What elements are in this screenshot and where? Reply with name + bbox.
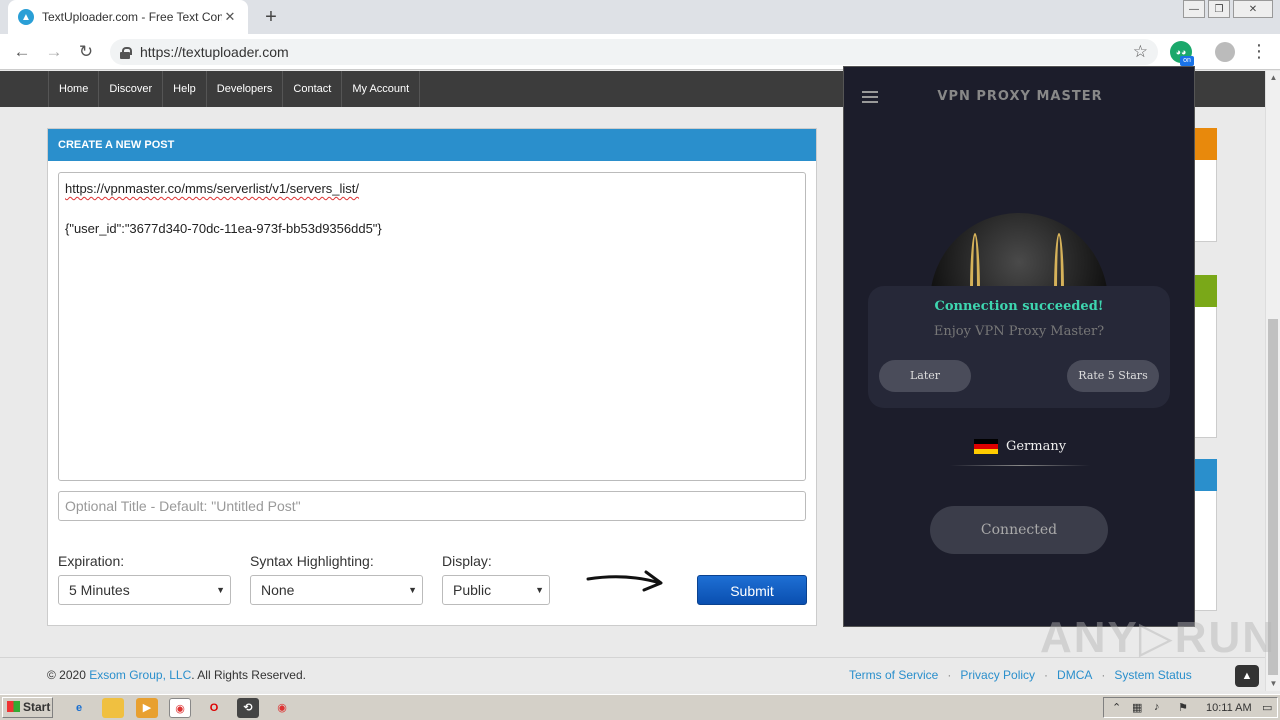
browser-toolbar: ← → ↻ https://textuploader.com ☆ ◕◕ on ⋮ (0, 34, 1280, 70)
upload-cloud-icon: ▲ (18, 9, 34, 25)
copyright-text: © 2020 Exsom Group, LLC. All Rights Rese… (47, 668, 306, 682)
chrome-icon[interactable]: ◉ (271, 698, 293, 718)
folder-icon[interactable] (102, 698, 124, 718)
browser-tab[interactable]: ▲ TextUploader.com - Free Text Conte ✕ (8, 0, 248, 34)
post-title-input[interactable]: Optional Title - Default: "Untitled Post… (58, 491, 806, 521)
scroll-to-top-button[interactable]: ▲ (1235, 665, 1259, 687)
dropdown-caret-icon: ▼ (535, 585, 544, 595)
address-url[interactable]: https://textuploader.com (140, 44, 289, 60)
forward-arrow-icon[interactable]: → (44, 42, 64, 62)
system-tray: ⌃ ▦ ♪ ⚑ 10:11 AM ▭ (1103, 697, 1278, 718)
nav-home[interactable]: Home (48, 71, 100, 107)
dropdown-caret-icon: ▼ (216, 585, 225, 595)
windows-logo-icon (7, 701, 20, 712)
country-name: Germany (1005, 439, 1067, 454)
later-button[interactable]: Later (879, 360, 971, 392)
country-selector[interactable]: Germany (844, 439, 1196, 454)
card-heading: CREATE A NEW POST (48, 129, 816, 161)
body-line-url: https://vpnmaster.co/mms/serverlist/v1/s… (65, 181, 360, 196)
internet-explorer-icon[interactable]: e (68, 698, 90, 718)
germany-flag-icon (973, 439, 998, 454)
rating-dialog: Connection succeeded! Enjoy VPN Proxy Ma… (868, 286, 1170, 408)
footer-separator: · (1101, 668, 1106, 682)
nav-developers[interactable]: Developers (207, 71, 284, 107)
dropdown-caret-icon: ▼ (408, 585, 417, 595)
rate-5-stars-button[interactable]: Rate 5 Stars (1067, 360, 1159, 392)
company-link[interactable]: Exsom Group, LLC (89, 668, 191, 682)
start-button[interactable]: Start (2, 697, 53, 718)
reload-icon[interactable]: ↻ (76, 42, 96, 62)
nav-contact[interactable]: Contact (283, 71, 343, 107)
syntax-value: None (261, 582, 295, 598)
volume-icon[interactable]: ♪ (1154, 701, 1160, 713)
copyright-prefix: © 2020 (47, 668, 90, 682)
network-icon[interactable]: ▦ (1132, 701, 1142, 714)
chrome-icon[interactable]: ◉ (169, 698, 191, 718)
expiration-label: Expiration: (58, 553, 125, 569)
syntax-label: Syntax Highlighting: (250, 553, 374, 569)
expiration-value: 5 Minutes (69, 582, 130, 598)
scroll-up-arrow-icon[interactable]: ▲ (1266, 71, 1280, 85)
display-label: Display: (442, 553, 492, 569)
nav-discover[interactable]: Discover (99, 71, 164, 107)
scroll-down-arrow-icon[interactable]: ▼ (1266, 677, 1280, 691)
back-arrow-icon[interactable]: ← (12, 42, 32, 62)
taskbar-clock: 10:11 AM (1206, 702, 1252, 714)
new-tab-button[interactable]: + (260, 6, 282, 28)
address-bar[interactable]: https://textuploader.com ☆ (110, 39, 1158, 65)
tray-expand-icon[interactable]: ⌃ (1112, 701, 1121, 714)
rating-prompt: Enjoy VPN Proxy Master? (933, 324, 1105, 339)
extension-on-badge: on (1180, 56, 1194, 66)
show-desktop-icon[interactable]: ▭ (1262, 701, 1272, 714)
anyrun-watermark: ANY▷RUN (1040, 613, 1277, 662)
lock-icon[interactable] (120, 46, 132, 59)
windows-taskbar: Start e ▶ ◉ O ⟲ ◉ ⌃ ▦ ♪ ⚑ 10:11 AM ▭ (0, 694, 1280, 720)
syntax-select[interactable]: None ▼ (250, 575, 423, 605)
tab-close-icon[interactable]: ✕ (222, 9, 238, 25)
bookmark-star-icon[interactable]: ☆ (1133, 42, 1148, 62)
script-icon[interactable]: ⟲ (237, 698, 259, 718)
more-menu-icon[interactable]: ⋮ (1250, 40, 1268, 62)
body-line-blank (65, 199, 799, 219)
opera-icon[interactable]: O (203, 698, 225, 718)
flag-icon[interactable]: ⚑ (1178, 701, 1188, 714)
connect-button[interactable]: Connected (930, 506, 1108, 554)
profile-avatar-icon[interactable] (1215, 42, 1235, 62)
display-value: Public (453, 582, 492, 598)
nav-help[interactable]: Help (163, 71, 207, 107)
tab-title: TextUploader.com - Free Text Conte (42, 10, 222, 24)
body-line-json: {"user_id":"3677d340-70dc-11ea-973f-bb53… (65, 221, 382, 236)
submit-button[interactable]: Submit (697, 575, 807, 605)
hand-drawn-arrow-icon (586, 570, 663, 592)
media-player-icon[interactable]: ▶ (136, 698, 158, 718)
footer-link-terms[interactable]: Terms of Service (849, 668, 938, 682)
post-body-textarea[interactable]: https://vpnmaster.co/mms/serverlist/v1/s… (58, 172, 806, 481)
copyright-suffix: . All Rights Reserved. (191, 668, 306, 682)
page-scrollbar[interactable]: ▲ ▼ (1265, 71, 1280, 691)
create-post-card: CREATE A NEW POST https://vpnmaster.co/m… (47, 128, 817, 626)
window-minimize-button[interactable]: — (1183, 0, 1205, 18)
footer-link-status[interactable]: System Status (1114, 668, 1191, 682)
browser-tab-strip: ▲ TextUploader.com - Free Text Conte ✕ +… (0, 0, 1280, 34)
start-label: Start (23, 700, 51, 714)
window-maximize-button[interactable]: ❐ (1208, 0, 1230, 18)
connection-status-message: Connection succeeded! (934, 299, 1104, 314)
expiration-select[interactable]: 5 Minutes ▼ (58, 575, 231, 605)
nav-my-account[interactable]: My Account (342, 71, 421, 107)
vpn-brand-title: VPN PROXY MASTER (937, 89, 1103, 104)
footer-separator: · (1044, 668, 1049, 682)
footer-links: Terms of Service · Privacy Policy · DMCA… (849, 668, 1192, 682)
vpn-extension-popup: VPN PROXY MASTER Connection succeeded! E… (843, 66, 1195, 627)
footer-link-dmca[interactable]: DMCA (1057, 668, 1092, 682)
display-select[interactable]: Public ▼ (442, 575, 550, 605)
footer-separator: · (947, 668, 952, 682)
country-underline (950, 465, 1090, 466)
footer-link-privacy[interactable]: Privacy Policy (960, 668, 1035, 682)
window-close-button[interactable]: ✕ (1233, 0, 1273, 18)
